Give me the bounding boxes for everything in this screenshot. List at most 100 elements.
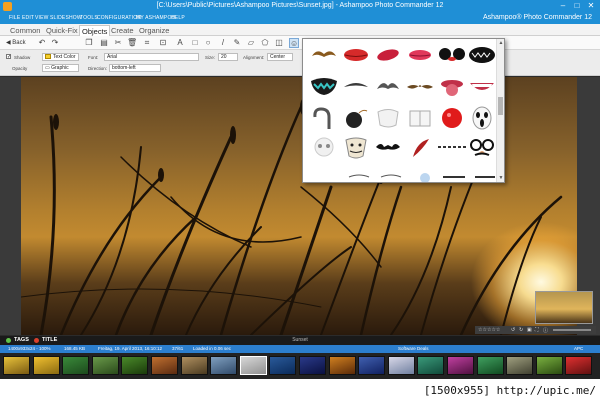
cut-icon[interactable]: ✂ bbox=[113, 38, 123, 48]
filmstrip-thumbnail[interactable] bbox=[299, 356, 326, 375]
clipart-bat[interactable] bbox=[376, 144, 400, 150]
alignment-label: Alignment: bbox=[243, 55, 265, 60]
clipart-teeth-green[interactable] bbox=[311, 78, 337, 95]
filmstrip-thumbnail[interactable] bbox=[239, 356, 267, 375]
font-select[interactable]: Arial bbox=[104, 53, 199, 61]
filmstrip-thumbnail[interactable] bbox=[535, 356, 563, 375]
shape-icon[interactable]: ⬠ bbox=[260, 38, 270, 48]
tab-create[interactable]: Create bbox=[109, 25, 136, 36]
graphic-button[interactable]: ▭ Graphic bbox=[42, 64, 79, 72]
close-button[interactable]: ✕ bbox=[584, 1, 598, 11]
clipart-hook-hand[interactable] bbox=[313, 107, 331, 129]
clipart-lips-red[interactable] bbox=[344, 49, 368, 61]
maximize-button[interactable]: □ bbox=[570, 1, 584, 11]
shadow-checkbox[interactable]: ✓ bbox=[6, 54, 11, 60]
rectangle-icon[interactable]: □ bbox=[190, 38, 200, 48]
text-color-button[interactable]: Text Color bbox=[42, 53, 79, 61]
delete-icon[interactable]: 🗑 bbox=[127, 38, 137, 48]
filmstrip-thumbnail[interactable] bbox=[62, 356, 90, 375]
filmstrip-thumbnail[interactable] bbox=[32, 356, 60, 375]
clipart-popup: ▲ ▼ bbox=[302, 38, 505, 183]
filmstrip-thumbnail[interactable] bbox=[269, 356, 297, 375]
text-icon[interactable]: A bbox=[175, 38, 185, 48]
alignment-select[interactable]: Center bbox=[267, 53, 293, 61]
info-icon[interactable]: ⓘ bbox=[543, 327, 548, 334]
clipart-guy-fawkes-mask[interactable] bbox=[345, 137, 367, 159]
navigator-preview[interactable] bbox=[535, 291, 593, 324]
menu-view[interactable]: VIEW bbox=[35, 15, 49, 21]
filmstrip-thumbnail[interactable] bbox=[387, 356, 415, 375]
clipart-teeth-smile[interactable] bbox=[470, 83, 494, 90]
menu-file[interactable]: FILE bbox=[9, 15, 20, 21]
scrollbar-thumb[interactable] bbox=[498, 97, 503, 115]
clipart-icon[interactable]: ☺ bbox=[289, 38, 299, 48]
filmstrip-thumbnail[interactable] bbox=[565, 356, 593, 375]
menu-tools[interactable]: TOOLS bbox=[80, 15, 98, 21]
pen-icon[interactable]: ✎ bbox=[232, 38, 242, 48]
line-icon[interactable]: / bbox=[218, 38, 228, 48]
clipart-lips-red-2[interactable] bbox=[376, 47, 400, 62]
clipart-monster-mouth[interactable] bbox=[469, 47, 495, 63]
clipart-feather[interactable] bbox=[413, 139, 429, 157]
menu-configuration[interactable]: CONFIGURATION bbox=[97, 15, 141, 21]
clipart-partial-row bbox=[348, 173, 495, 182]
popup-scrollbar[interactable]: ▲ ▼ bbox=[496, 39, 504, 182]
menu-edit[interactable]: EDIT bbox=[22, 15, 34, 21]
minimize-button[interactable]: – bbox=[556, 1, 570, 11]
filmstrip-thumbnail[interactable] bbox=[328, 356, 356, 375]
status-deals[interactable]: Software Deals bbox=[398, 346, 429, 351]
rotate-right-icon[interactable]: ↻ bbox=[519, 327, 523, 333]
zoom-slider[interactable] bbox=[553, 329, 591, 331]
filmstrip-thumbnail[interactable] bbox=[210, 356, 238, 375]
stamp-icon[interactable]: ▱ bbox=[246, 38, 256, 48]
menu-slideshow[interactable]: SLIDESHOW bbox=[50, 15, 82, 21]
clipart-skull[interactable] bbox=[314, 137, 334, 157]
direction-select[interactable]: bottom-left bbox=[109, 64, 161, 72]
filmstrip-thumbnail[interactable] bbox=[151, 356, 178, 375]
clipart-scream-mask[interactable] bbox=[472, 106, 492, 130]
filmstrip-thumbnail[interactable] bbox=[91, 356, 119, 375]
clipart-book[interactable] bbox=[409, 110, 431, 127]
clipart-mustache-4[interactable] bbox=[407, 85, 433, 89]
back-button[interactable]: ◀ Back bbox=[6, 38, 26, 48]
clipart-mouse-ears[interactable] bbox=[439, 48, 465, 61]
zoom-stars-icon[interactable]: ☆☆☆☆☆ bbox=[478, 327, 500, 333]
clipart-lips-red-3[interactable] bbox=[409, 50, 431, 60]
filmstrip-thumbnail[interactable] bbox=[417, 356, 445, 375]
layers-icon[interactable]: ◫ bbox=[274, 38, 284, 48]
filmstrip-thumbnail[interactable] bbox=[180, 356, 208, 375]
paste-icon[interactable]: ▤ bbox=[99, 38, 109, 48]
clipart-mustache-1[interactable] bbox=[312, 51, 336, 57]
filmstrip-thumbnail[interactable] bbox=[447, 356, 474, 375]
filmstrip-thumbnail[interactable] bbox=[476, 356, 504, 375]
transform-icon[interactable]: ⊡ bbox=[158, 38, 168, 48]
scroll-up-icon[interactable]: ▲ bbox=[498, 40, 504, 46]
fit-icon[interactable]: ▣ bbox=[527, 327, 532, 333]
clipart-tongue[interactable] bbox=[441, 80, 463, 96]
size-select[interactable]: 20 bbox=[218, 53, 238, 61]
menu-my-ashampoo[interactable]: MY ASHAMPOO bbox=[136, 15, 176, 21]
crop-icon[interactable]: ⌗ bbox=[142, 38, 152, 48]
ellipse-icon[interactable]: ○ bbox=[203, 38, 213, 48]
clipart-white-mask[interactable] bbox=[377, 109, 399, 128]
filmstrip-thumbnail[interactable] bbox=[506, 356, 534, 375]
copy-icon[interactable]: ❐ bbox=[84, 38, 94, 48]
undo-icon[interactable]: ↶ bbox=[37, 38, 47, 48]
redo-icon[interactable]: ↷ bbox=[50, 38, 60, 48]
menu-help[interactable]: HELP bbox=[171, 15, 185, 21]
fullscreen-icon[interactable]: ⛶ bbox=[535, 327, 539, 333]
clipart-clown-nose[interactable] bbox=[442, 108, 462, 128]
rotate-left-icon[interactable]: ↺ bbox=[511, 327, 515, 333]
clipart-mustache-2[interactable] bbox=[344, 83, 368, 87]
clipart-mustache-3[interactable] bbox=[377, 83, 399, 89]
filmstrip-thumbnail[interactable] bbox=[358, 356, 386, 375]
tab-quick-fix[interactable]: Quick-Fix bbox=[44, 25, 80, 36]
scroll-down-icon[interactable]: ▼ bbox=[498, 175, 504, 181]
clipart-glasses-nose[interactable] bbox=[470, 139, 494, 156]
tab-organize[interactable]: Organize bbox=[137, 25, 171, 36]
filmstrip-thumbnail[interactable] bbox=[3, 356, 30, 375]
tab-objects[interactable]: Objects bbox=[79, 25, 111, 36]
filmstrip-thumbnail[interactable] bbox=[121, 356, 149, 375]
tab-common[interactable]: Common bbox=[8, 25, 42, 36]
clipart-bomb[interactable] bbox=[346, 109, 368, 128]
